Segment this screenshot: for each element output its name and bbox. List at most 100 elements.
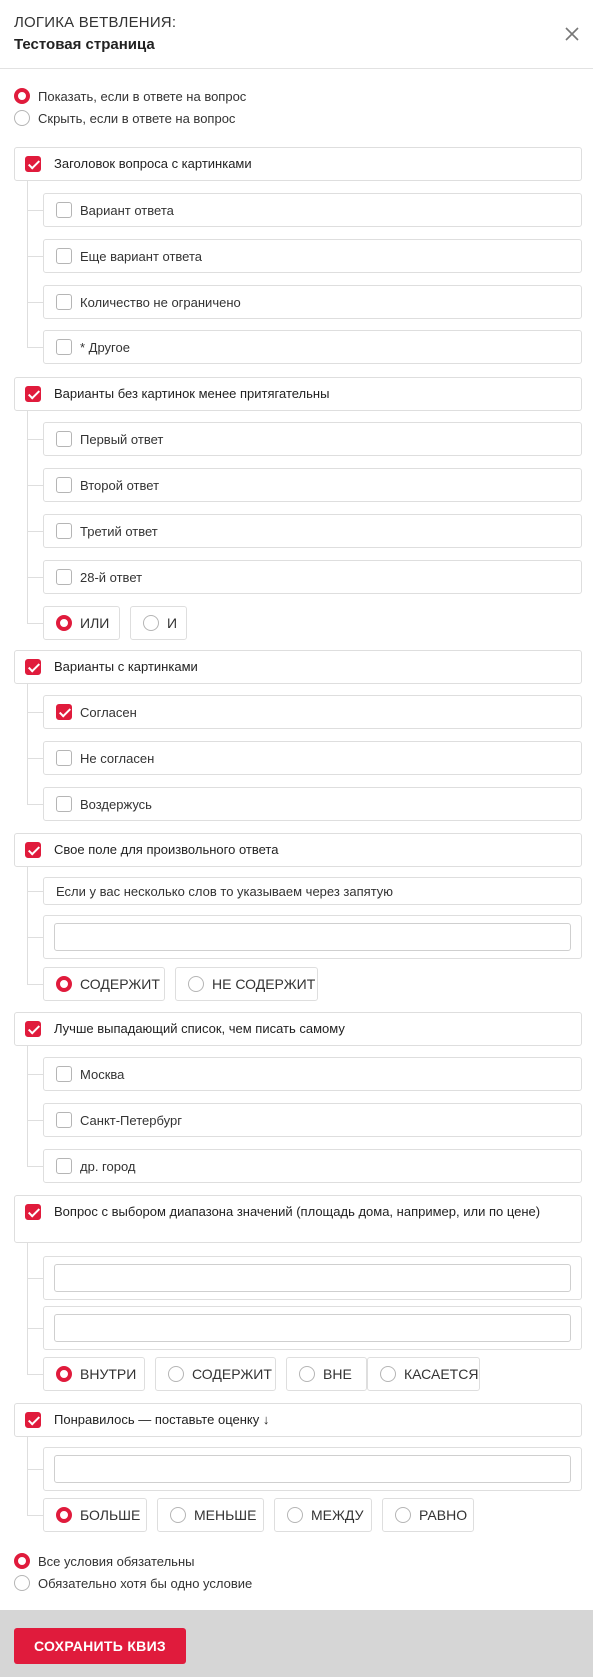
question-checkbox[interactable] — [25, 659, 41, 675]
operator-radio[interactable] — [56, 615, 72, 631]
operator-radio[interactable] — [188, 976, 204, 992]
answer-checkbox[interactable] — [56, 1112, 72, 1128]
question-label: Вопрос с выбором диапазона значений (пло… — [54, 1204, 541, 1219]
question-checkbox[interactable] — [25, 1204, 41, 1220]
tree-connector — [27, 302, 43, 303]
operator-label: ВНУТРИ — [80, 1366, 137, 1382]
mode-show-label: Показать, если в ответе на вопрос — [38, 88, 247, 104]
question-row[interactable]: Заголовок вопроса с картинками — [14, 147, 582, 181]
question-checkbox[interactable] — [25, 842, 41, 858]
answer-checkbox[interactable] — [56, 523, 72, 539]
operator-not-contains[interactable]: НЕ СОДЕРЖИТ — [175, 967, 318, 1001]
operator-or[interactable]: ИЛИ — [43, 606, 120, 640]
operator-radio[interactable] — [287, 1507, 303, 1523]
question-row[interactable]: Свое поле для произвольного ответа — [14, 833, 582, 867]
operator-label: МЕНЬШЕ — [194, 1507, 257, 1523]
range-from-container — [43, 1256, 582, 1300]
rating-input-container — [43, 1447, 582, 1491]
range-from-input[interactable] — [54, 1264, 571, 1292]
operator-radio[interactable] — [395, 1507, 411, 1523]
operator-radio[interactable] — [170, 1507, 186, 1523]
operator-radio[interactable] — [380, 1366, 396, 1382]
answer-checkbox[interactable] — [56, 569, 72, 585]
question-row[interactable]: Лучше выпадающий список, чем писать само… — [14, 1012, 582, 1046]
operator-outside[interactable]: ВНЕ — [286, 1357, 367, 1391]
mode-show-option[interactable]: Показать, если в ответе на вопрос — [14, 86, 246, 106]
answer-checkbox[interactable] — [56, 1158, 72, 1174]
operator-radio[interactable] — [143, 615, 159, 631]
mode-show-radio[interactable] — [14, 88, 30, 104]
operator-label: ИЛИ — [80, 615, 110, 631]
answer-option[interactable]: Санкт-Петербург — [43, 1103, 582, 1137]
answer-option[interactable]: * Другое — [43, 330, 582, 364]
answer-option[interactable]: Первый ответ — [43, 422, 582, 456]
close-icon[interactable] — [560, 22, 584, 46]
question-row[interactable]: Варианты без картинок менее притягательн… — [14, 377, 582, 411]
question-row[interactable]: Понравилось — поставьте оценку ↓ — [14, 1403, 582, 1437]
conditions-all-radio[interactable] — [14, 1553, 30, 1569]
answer-label: Москва — [80, 1066, 125, 1082]
operator-label: ВНЕ — [323, 1366, 352, 1382]
answer-checkbox[interactable] — [56, 477, 72, 493]
operator-radio[interactable] — [168, 1366, 184, 1382]
answer-option[interactable]: Третий ответ — [43, 514, 582, 548]
answer-checkbox[interactable] — [56, 294, 72, 310]
range-to-input[interactable] — [54, 1314, 571, 1342]
operator-and[interactable]: И — [130, 606, 187, 640]
answer-checkbox[interactable] — [56, 750, 72, 766]
answer-option[interactable]: Согласен — [43, 695, 582, 729]
answer-option[interactable]: Не согласен — [43, 741, 582, 775]
operator-less[interactable]: МЕНЬШЕ — [157, 1498, 264, 1532]
answer-option[interactable]: Москва — [43, 1057, 582, 1091]
operator-radio[interactable] — [56, 1507, 72, 1523]
answer-label: Воздержусь — [80, 796, 152, 812]
operator-touches[interactable]: КАСАЕТСЯ — [367, 1357, 480, 1391]
answer-checkbox[interactable] — [56, 796, 72, 812]
tree-connector — [27, 712, 43, 713]
answer-checkbox[interactable] — [56, 248, 72, 264]
question-row[interactable]: Вопрос с выбором диапазона значений (пло… — [14, 1195, 582, 1243]
operator-equal[interactable]: РАВНО — [382, 1498, 474, 1532]
answer-option[interactable]: Вариант ответа — [43, 193, 582, 227]
answer-option[interactable]: Второй ответ — [43, 468, 582, 502]
operator-radio[interactable] — [56, 976, 72, 992]
question-checkbox[interactable] — [25, 156, 41, 172]
operator-greater[interactable]: БОЛЬШЕ — [43, 1498, 147, 1532]
answer-option[interactable]: Воздержусь — [43, 787, 582, 821]
answer-option[interactable]: 28-й ответ — [43, 560, 582, 594]
operator-label: И — [167, 615, 178, 631]
answer-option[interactable]: Количество не ограничено — [43, 285, 582, 319]
question-checkbox[interactable] — [25, 1021, 41, 1037]
answer-checkbox[interactable] — [56, 202, 72, 218]
question-checkbox[interactable] — [25, 386, 41, 402]
operator-between[interactable]: МЕЖДУ — [274, 1498, 372, 1532]
answer-label: Санкт-Петербург — [80, 1112, 182, 1128]
answer-option[interactable]: Еще вариант ответа — [43, 239, 582, 273]
operator-contains[interactable]: СОДЕРЖИТ — [43, 967, 165, 1001]
answer-checkbox[interactable] — [56, 339, 72, 355]
answer-option[interactable]: др. город — [43, 1149, 582, 1183]
conditions-any-option[interactable]: Обязательно хотя бы одно условие — [14, 1573, 252, 1593]
operator-radio[interactable] — [299, 1366, 315, 1382]
conditions-any-label: Обязательно хотя бы одно условие — [38, 1575, 253, 1591]
operator-inside[interactable]: ВНУТРИ — [43, 1357, 145, 1391]
text-input[interactable] — [54, 923, 571, 951]
operator-label: КАСАЕТСЯ — [404, 1366, 479, 1382]
mode-hide-radio[interactable] — [14, 110, 30, 126]
rating-input[interactable] — [54, 1455, 571, 1483]
conditions-all-label: Все условия обязательны — [38, 1553, 195, 1569]
conditions-any-radio[interactable] — [14, 1575, 30, 1591]
question-checkbox[interactable] — [25, 1412, 41, 1428]
tree-connector — [27, 1120, 43, 1121]
mode-hide-option[interactable]: Скрыть, если в ответе на вопрос — [14, 108, 235, 128]
answer-checkbox[interactable] — [56, 704, 72, 720]
answer-checkbox[interactable] — [56, 431, 72, 447]
question-row[interactable]: Варианты с картинками — [14, 650, 582, 684]
operator-radio[interactable] — [56, 1366, 72, 1382]
save-quiz-button[interactable]: СОХРАНИТЬ КВИЗ — [14, 1628, 186, 1664]
answer-label: 28-й ответ — [80, 569, 143, 585]
tree-connector — [27, 758, 43, 759]
operator-contains[interactable]: СОДЕРЖИТ — [155, 1357, 276, 1391]
conditions-all-option[interactable]: Все условия обязательны — [14, 1551, 194, 1571]
answer-checkbox[interactable] — [56, 1066, 72, 1082]
